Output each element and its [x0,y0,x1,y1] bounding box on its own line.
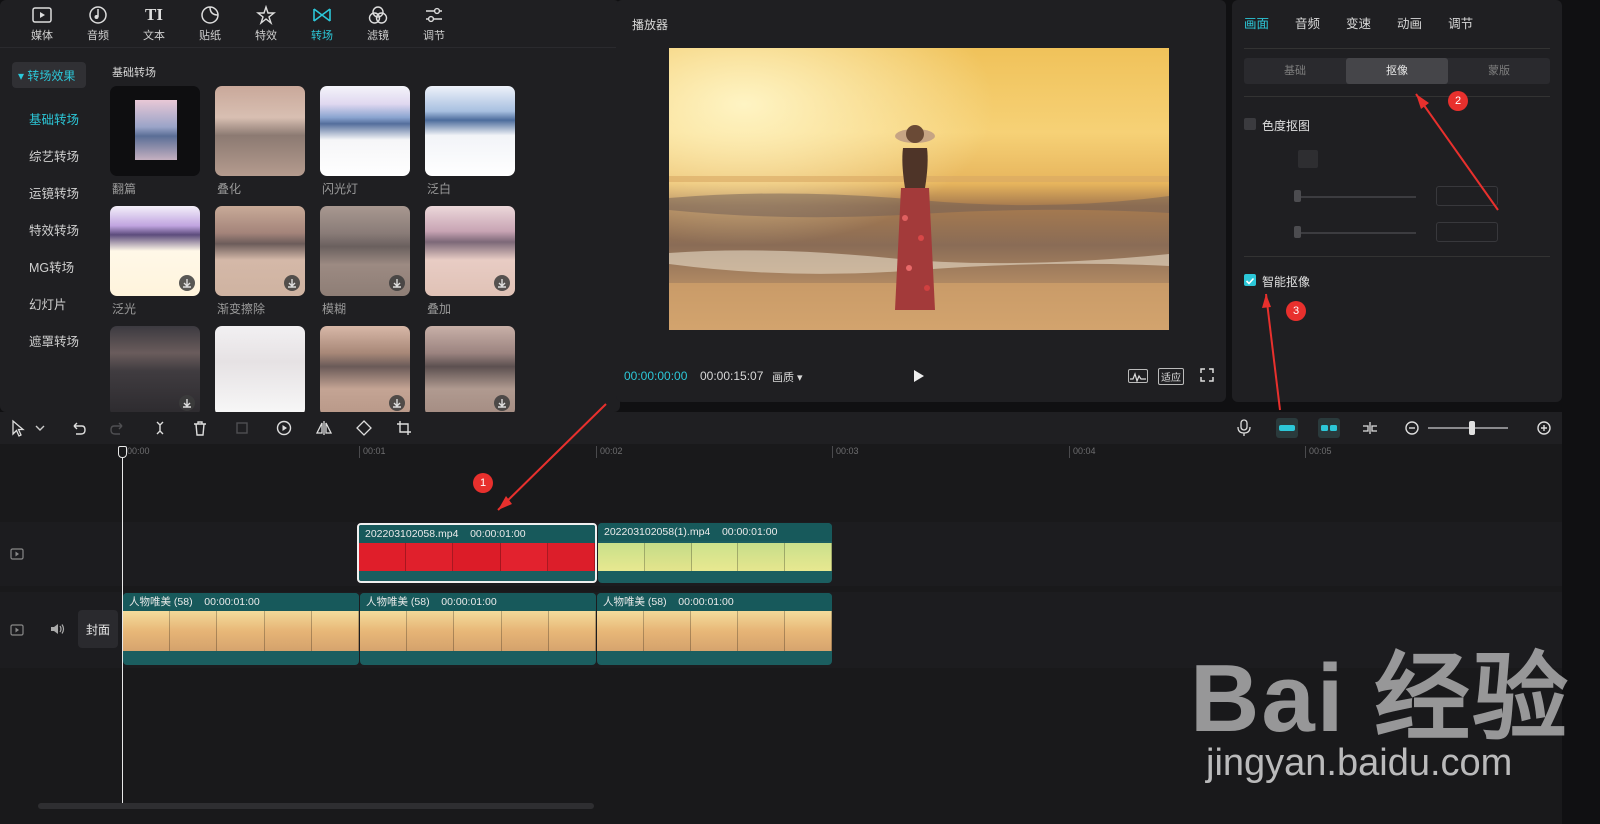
marker-badge: 1 [473,473,493,493]
marker-badge: 2 [1448,91,1468,111]
watermark-logo: Bai 经验 [1190,645,1571,752]
marker-badge: 3 [1286,301,1306,321]
watermark-url: jingyan.baidu.com [1206,742,1513,784]
